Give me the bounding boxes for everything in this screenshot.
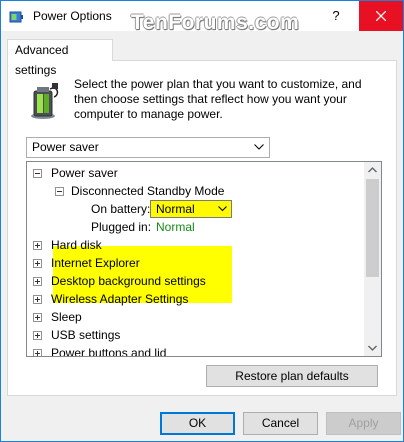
ok-button[interactable]: OK (160, 412, 235, 435)
power-plan-dropdown-value: Power saver (32, 140, 99, 154)
collapse-icon[interactable] (33, 169, 42, 178)
expand-icon[interactable] (33, 241, 42, 250)
expand-icon[interactable] (33, 259, 42, 268)
on-battery-row[interactable]: On battery: (91, 200, 150, 218)
plugged-in-value[interactable]: Normal (156, 218, 195, 236)
scroll-down-arrow-icon[interactable] (368, 345, 377, 351)
tree-item-label: Internet Explorer (51, 256, 140, 270)
restore-plan-defaults-button[interactable]: Restore plan defaults (206, 365, 378, 387)
watermark-logo: TenForums.com (131, 11, 300, 34)
chevron-down-icon (218, 206, 227, 212)
power-plan-dropdown[interactable]: Power saver (26, 137, 270, 158)
battery-plan-icon (31, 83, 59, 119)
expand-icon[interactable] (33, 277, 42, 286)
tree-scrollbar[interactable] (364, 162, 381, 356)
tree-item-label: Desktop background settings (51, 274, 206, 288)
plugged-in-label: Plugged in: (91, 220, 152, 234)
plugged-in-row[interactable]: Plugged in: Normal (91, 218, 195, 236)
tree-item-label: Hard disk (51, 238, 102, 252)
title-bar[interactable]: Power Options TenForums.com ? (1, 1, 403, 34)
apply-button[interactable]: Apply (326, 412, 401, 435)
window-title: Power Options (33, 9, 112, 23)
cancel-button[interactable]: Cancel (243, 412, 318, 435)
expand-icon[interactable] (33, 331, 42, 340)
tree-item-label: Power saver (51, 166, 118, 180)
scrollbar-thumb[interactable] (366, 179, 379, 277)
chevron-down-icon (254, 144, 264, 150)
expand-icon[interactable] (33, 295, 42, 304)
on-battery-label: On battery: (91, 202, 151, 216)
tree-item-label: USB settings (51, 328, 121, 342)
tab-advanced-settings[interactable]: Advanced settings (7, 39, 113, 77)
plan-description: Select the power plan that you want to c… (74, 77, 362, 121)
on-battery-value: Normal (156, 202, 195, 216)
close-icon (376, 11, 386, 21)
tree-item-label: Wireless Adapter Settings (51, 292, 189, 306)
collapse-icon[interactable] (55, 187, 64, 196)
tree-item-label: Disconnected Standby Mode (71, 184, 225, 198)
settings-tree[interactable]: Power saver Disconnected Standby Mode On… (26, 161, 382, 357)
help-button[interactable]: ? (321, 4, 351, 28)
on-battery-dropdown[interactable]: Normal (150, 200, 232, 218)
tree-item-label: Sleep (51, 310, 82, 324)
power-options-window: Power Options TenForums.com ? Advanced s… (0, 0, 404, 442)
expand-icon[interactable] (33, 349, 42, 356)
close-button[interactable] (359, 1, 403, 31)
power-options-app-icon (9, 11, 23, 23)
expand-icon[interactable] (33, 313, 42, 322)
tree-item-label: Power buttons and lid (51, 346, 167, 357)
advanced-settings-panel: Select the power plan that you want to c… (7, 60, 397, 396)
scroll-up-arrow-icon[interactable] (368, 167, 377, 173)
